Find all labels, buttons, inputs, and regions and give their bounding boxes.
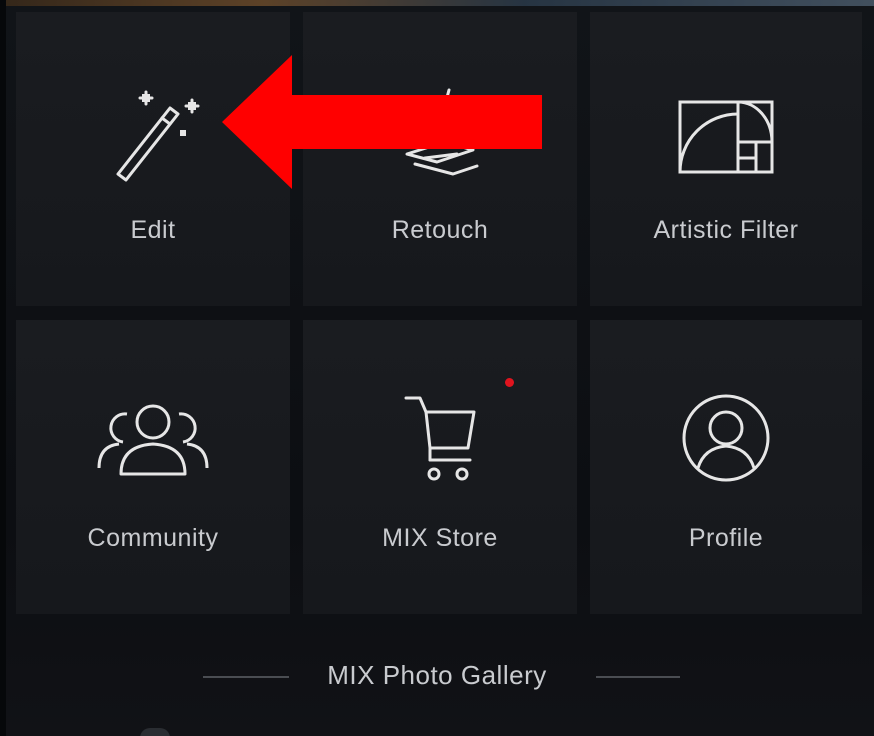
gallery-link[interactable]: MIX Photo Gallery	[0, 660, 874, 691]
mix-store-label: MIX Store	[382, 524, 498, 552]
artistic-filter-label: Artistic Filter	[653, 216, 799, 244]
left-edge	[0, 0, 6, 736]
magic-wand-icon	[116, 90, 200, 182]
community-tile[interactable]: Community	[16, 320, 290, 614]
retouch-icon	[405, 88, 479, 176]
retouch-label: Retouch	[391, 216, 489, 244]
artistic-filter-tile[interactable]: Artistic Filter	[590, 12, 862, 306]
app-root: Edit Retouch Artistic Filter Community M…	[0, 0, 874, 736]
gallery-footer: MIX Photo Gallery	[0, 630, 874, 720]
notification-dot	[505, 378, 514, 387]
community-label: Community	[87, 524, 219, 552]
edit-tile[interactable]: Edit	[16, 12, 290, 306]
user-circle-icon	[682, 394, 770, 482]
golden-ratio-icon	[678, 100, 774, 174]
divider-right	[596, 676, 680, 678]
mix-store-tile[interactable]: MIX Store	[303, 320, 577, 614]
retouch-tile[interactable]: Retouch	[303, 12, 577, 306]
top-image-strip	[0, 0, 874, 6]
bottom-partial-element	[140, 728, 170, 736]
profile-tile[interactable]: Profile	[590, 320, 862, 614]
edit-label: Edit	[130, 216, 176, 244]
profile-label: Profile	[688, 524, 764, 552]
people-icon	[97, 404, 209, 476]
cart-icon	[404, 396, 476, 481]
